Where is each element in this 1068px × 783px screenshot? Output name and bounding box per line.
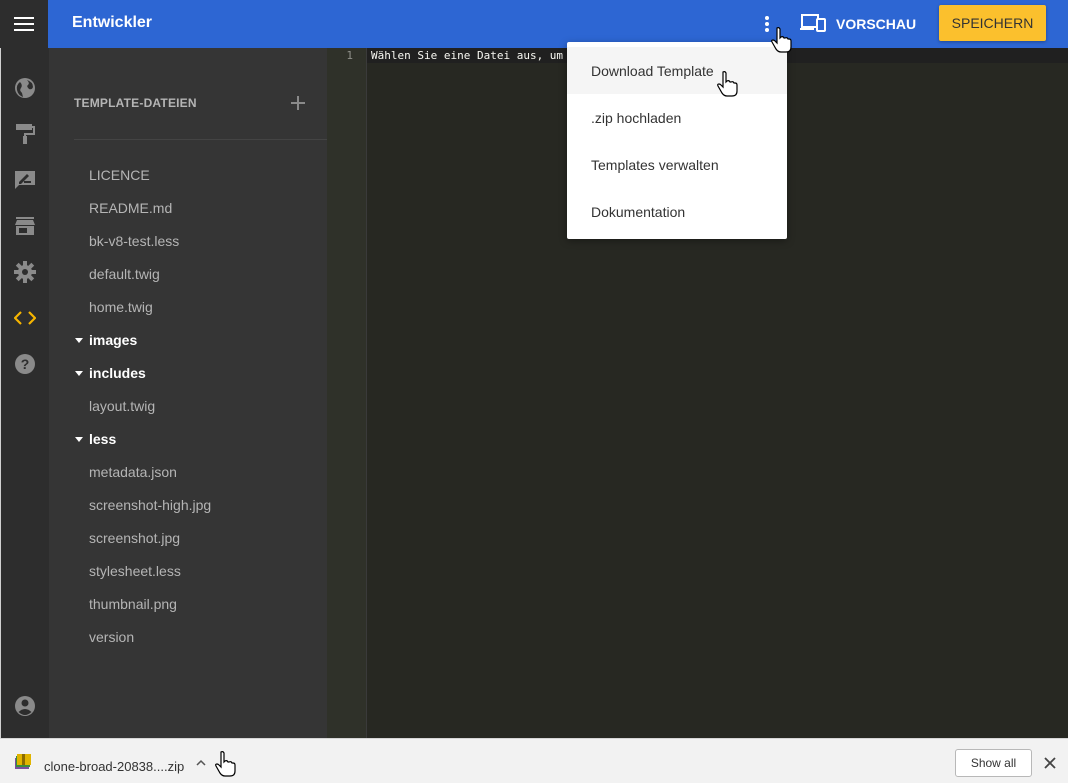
preview-button[interactable]: VORSCHAU [800, 8, 916, 40]
caret-down-icon [69, 330, 89, 350]
globe-icon[interactable] [13, 76, 37, 100]
file-item[interactable]: thumbnail.png [89, 594, 177, 614]
gear-icon[interactable] [13, 260, 37, 284]
folder-item[interactable]: includes [69, 363, 146, 383]
file-item[interactable]: screenshot-high.jpg [89, 495, 211, 515]
show-all-button[interactable]: Show all [955, 749, 1032, 777]
top-app-bar: Entwickler VORSCHAU SPEICHERN [0, 0, 1068, 48]
menu-item-download-template[interactable]: Download Template [567, 47, 787, 94]
store-icon[interactable] [13, 214, 37, 238]
file-item[interactable]: layout.twig [89, 396, 155, 416]
download-bar: clone-broad-20838....zip Show all [0, 738, 1068, 783]
folder-label: includes [89, 365, 146, 381]
files-panel-title: TEMPLATE-DATEIEN [74, 96, 197, 110]
template-files-panel: TEMPLATE-DATEIEN LICENCE README.md bk-v8… [49, 48, 327, 738]
chevron-up-icon[interactable] [193, 755, 209, 771]
caret-down-icon [69, 363, 89, 383]
save-button[interactable]: SPEICHERN [939, 5, 1046, 41]
download-file-name[interactable]: clone-broad-20838....zip [44, 759, 184, 774]
code-line[interactable]: Wählen Sie eine Datei aus, um [371, 49, 563, 63]
menu-item-documentation[interactable]: Dokumentation [567, 188, 787, 235]
svg-text:?: ? [21, 356, 30, 372]
file-item[interactable]: default.twig [89, 264, 160, 284]
preview-label: VORSCHAU [836, 16, 917, 32]
folder-item[interactable]: images [69, 330, 137, 350]
hamburger-menu-icon[interactable] [0, 0, 48, 48]
close-icon[interactable] [1042, 755, 1058, 771]
file-item[interactable]: bk-v8-test.less [89, 231, 179, 251]
caret-down-icon [69, 429, 89, 449]
folder-item[interactable]: less [69, 429, 116, 449]
file-item[interactable]: version [89, 627, 134, 647]
code-icon[interactable] [13, 306, 37, 330]
file-item[interactable]: stylesheet.less [89, 561, 181, 581]
nav-rail: ? [0, 48, 49, 738]
divider [74, 139, 327, 140]
menu-item-manage-templates[interactable]: Templates verwalten [567, 141, 787, 188]
line-number: 1 [346, 49, 353, 62]
more-options-menu: Download Template .zip hochladen Templat… [567, 42, 787, 239]
account-circle-icon[interactable] [13, 694, 37, 718]
page-title: Entwickler [72, 14, 153, 31]
folder-label: images [89, 332, 138, 348]
menu-item-upload-zip[interactable]: .zip hochladen [567, 94, 787, 141]
edit-note-icon[interactable] [13, 168, 37, 192]
file-item[interactable]: metadata.json [89, 462, 177, 482]
file-item[interactable]: home.twig [89, 297, 153, 317]
editor-gutter: 1 [327, 48, 367, 738]
file-item[interactable]: screenshot.jpg [89, 528, 180, 548]
zip-archive-icon [14, 753, 32, 771]
more-vertical-icon[interactable] [755, 12, 779, 36]
help-icon[interactable]: ? [13, 352, 37, 376]
plus-icon[interactable] [288, 93, 308, 113]
folder-label: less [89, 431, 117, 447]
file-item[interactable]: README.md [89, 198, 172, 218]
paint-roller-icon[interactable] [13, 122, 37, 146]
devices-icon [800, 13, 826, 35]
file-item[interactable]: LICENCE [89, 165, 150, 185]
